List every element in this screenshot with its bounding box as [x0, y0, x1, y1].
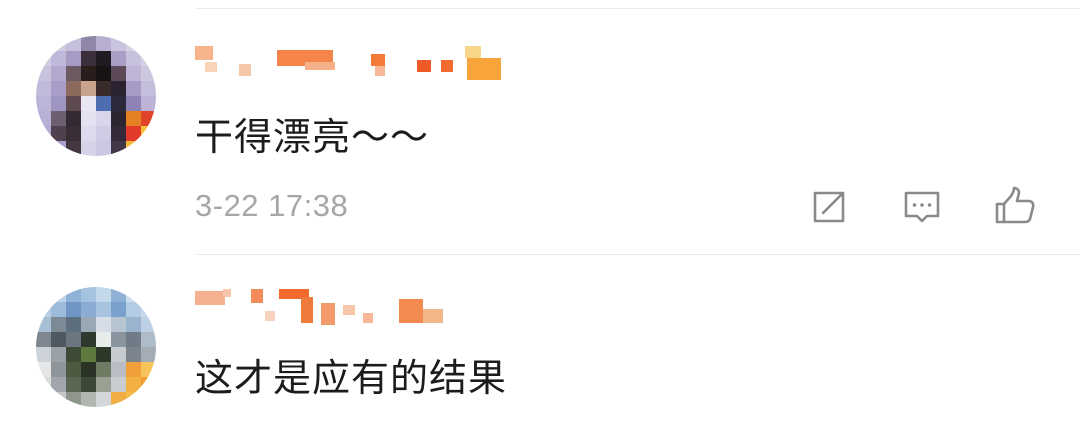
comment-item: 干得漂亮～～ 3-22 17:38: [0, 0, 1080, 254]
avatar[interactable]: [36, 287, 156, 407]
comment-text: 干得漂亮～～: [195, 115, 430, 159]
share-button[interactable]: [806, 184, 852, 230]
comment-timestamp: 3-22 17:38: [195, 188, 349, 223]
reply-button[interactable]: [899, 184, 945, 230]
thumbs-up-icon: [995, 186, 1035, 224]
avatar[interactable]: [36, 36, 156, 156]
like-button[interactable]: [992, 184, 1038, 230]
share-icon: [813, 191, 845, 223]
comment-text: 这才是应有的结果: [195, 356, 508, 400]
username-blurred[interactable]: [195, 287, 515, 325]
comment-item: 这才是应有的结果: [0, 254, 1080, 429]
username-blurred[interactable]: [195, 44, 515, 80]
comment-list: 干得漂亮～～ 3-22 17:38 这才是应有的结果: [0, 0, 1080, 429]
comment-icon: [904, 191, 940, 223]
